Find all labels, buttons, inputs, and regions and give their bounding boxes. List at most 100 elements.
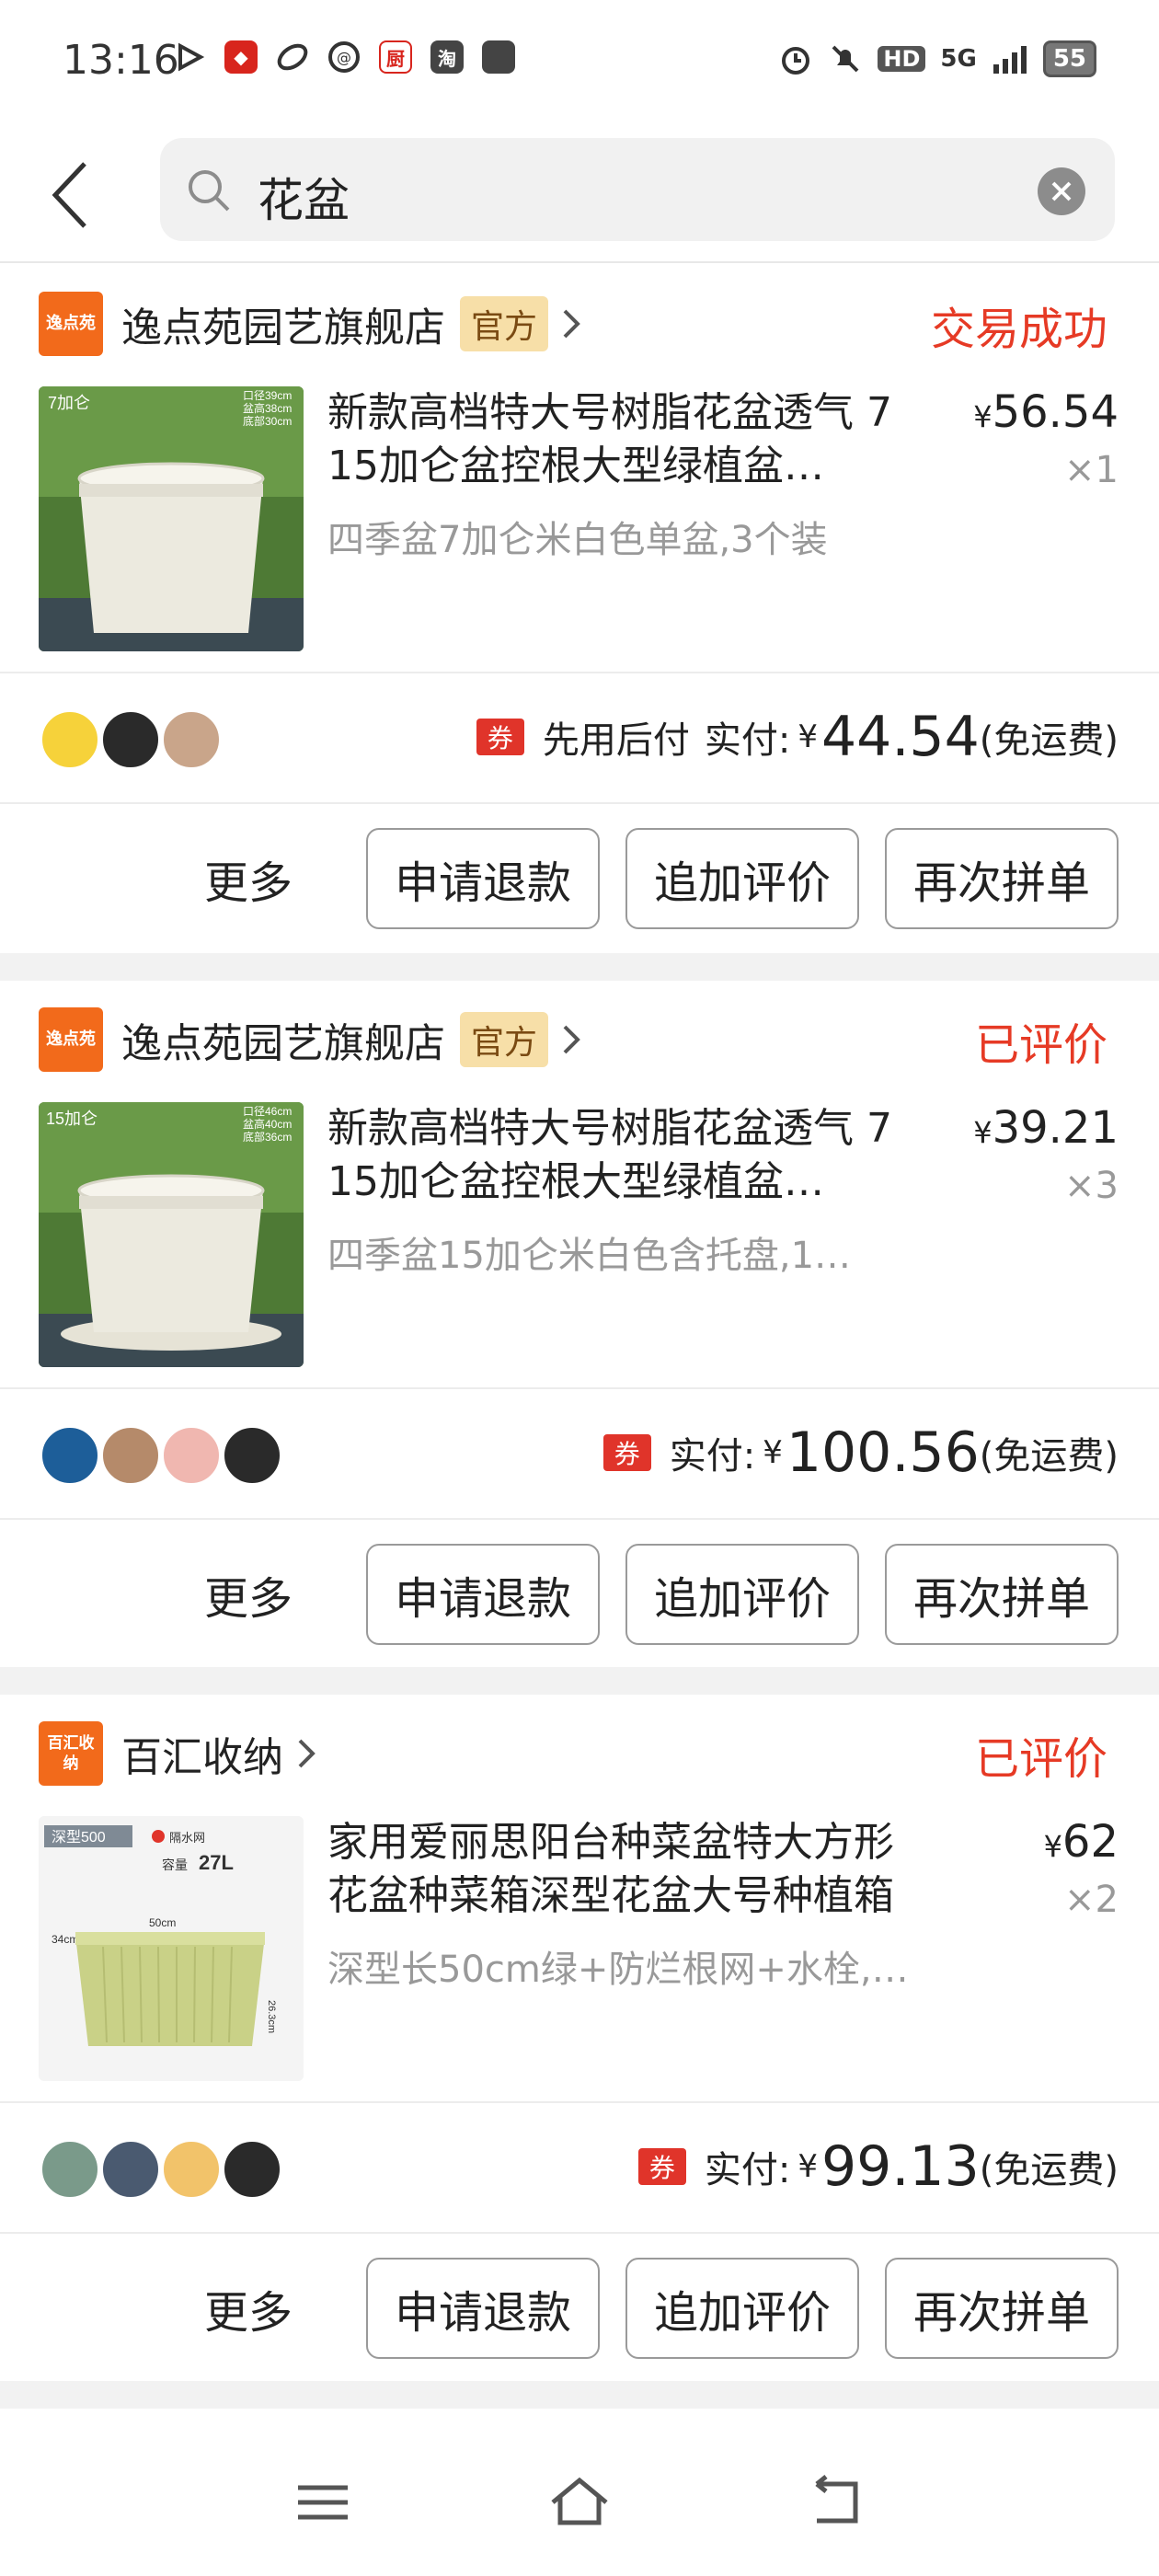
coupon-badge: 券 — [476, 719, 524, 755]
add-review-button[interactable]: 追加评价 — [625, 2258, 859, 2359]
refund-button[interactable]: 申请退款 — [366, 828, 600, 929]
divider — [0, 2101, 1159, 2103]
status-notification-icons: ◆ @ 厨 淘 — [173, 40, 515, 74]
product-thumbnail[interactable]: 15加仑 口径46cm 盆高40cm 底部36cm — [39, 1102, 304, 1367]
quantity: ×1 — [1064, 449, 1119, 491]
reorder-button[interactable]: 再次拼单 — [885, 828, 1119, 929]
product-thumbnail[interactable]: 7加仑 口径39cm 盆高38cm 底部30cm — [39, 386, 304, 651]
product-title[interactable]: 家用爱丽思阳台种菜盆特大方形花盆种菜箱深型花盆大号种植箱户外 — [327, 1816, 916, 1923]
square-app-icon — [482, 40, 515, 74]
order-status: 交易成功 — [930, 304, 1107, 355]
paid-amount: 99.13 — [821, 2134, 980, 2199]
close-icon — [1051, 181, 1072, 201]
refund-button[interactable]: 申请退款 — [366, 2258, 600, 2359]
order-status: 已评价 — [974, 1733, 1107, 1785]
back-button[interactable] — [33, 151, 107, 239]
at-icon: @ — [328, 41, 360, 73]
home-icon[interactable] — [547, 2475, 612, 2530]
avatar — [101, 2140, 160, 2199]
paid-label: 实付: — [704, 719, 791, 762]
add-review-button[interactable]: 追加评价 — [625, 828, 859, 929]
product-spec: 深型长50cm绿+防烂根网+水栓,… — [327, 1949, 909, 1991]
avatar — [101, 710, 160, 769]
alarm-icon — [782, 47, 810, 75]
official-badge: 官方 — [460, 296, 549, 351]
thumb-label: 7加仑 — [48, 394, 90, 412]
group-avatars — [40, 2140, 281, 2199]
hd-badge: HD — [878, 46, 926, 72]
thumb-dim-1: 口径39cm — [243, 389, 292, 402]
product-title[interactable]: 新款高档特大号树脂花盆透气 7 15加仑盆控根大型绿植盆… — [327, 1102, 916, 1209]
reorder-button[interactable]: 再次拼单 — [885, 2258, 1119, 2359]
paid-currency: ¥ — [798, 2148, 818, 2185]
shipping-note: (免运费) — [979, 1435, 1119, 1478]
play-icon — [178, 42, 205, 72]
flowerpot-image: 7加仑 口径39cm 盆高38cm 底部30cm — [39, 386, 304, 651]
battery-indicator: 55 — [1042, 40, 1096, 77]
order-status: 已评价 — [974, 1019, 1107, 1071]
paid-amount: 100.56 — [786, 1420, 980, 1485]
app-notify-icon: ◆ — [224, 40, 258, 74]
shop-name: 百汇收纳 — [121, 1734, 283, 1781]
thumb-dim-3: 底部36cm — [243, 1130, 292, 1144]
search-icon — [189, 170, 230, 212]
paid-amount: 44.54 — [821, 705, 980, 769]
shop-logo: 逸点苑 — [39, 292, 103, 356]
shop-name: 逸点苑园艺旗舰店 — [121, 305, 445, 351]
payment-summary: 券 实付: ¥ 99.13 (免运费) — [637, 2134, 1119, 2199]
more-button[interactable]: 更多 — [204, 2276, 293, 2340]
quantity: ×2 — [1064, 1879, 1119, 1921]
status-time: 13:16 — [63, 37, 179, 84]
order-actions: 更多 申请退款 追加评价 再次拼单 — [204, 2258, 1119, 2359]
avatar — [223, 1426, 281, 1485]
thumb-label: 15加仑 — [46, 1110, 98, 1128]
price-value: 56.54 — [992, 386, 1119, 438]
shipping-note: (免运费) — [979, 719, 1119, 762]
shop-row[interactable]: 逸点苑 逸点苑园艺旗舰店 官方 — [39, 1005, 585, 1075]
shop-row[interactable]: 逸点苑 逸点苑园艺旗舰店 官方 — [39, 289, 585, 359]
product-spec: 四季盆15加仑米白色含托盘,1… — [327, 1235, 852, 1277]
product-thumbnail[interactable]: 深型500 隔水网 容量 27L 50cm 34cm 26.3cm — [39, 1816, 304, 2081]
signal-icon — [993, 46, 1027, 74]
group-avatars — [40, 710, 221, 769]
divider — [0, 802, 1159, 804]
back-nav-icon[interactable] — [804, 2475, 868, 2530]
more-button[interactable]: 更多 — [204, 1562, 293, 1627]
product-title[interactable]: 新款高档特大号树脂花盆透气 7 15加仑盆控根大型绿植盆… — [327, 386, 916, 493]
avatar — [101, 1426, 160, 1485]
order-card: 逸点苑 逸点苑园艺旗舰店 官方 交易成功 7加仑 口径39cm 盆高38cm 底… — [0, 265, 1159, 953]
search-query: 花盆 — [258, 174, 350, 227]
chevron-right-icon — [563, 1025, 580, 1054]
shop-logo: 逸点苑 — [39, 1007, 103, 1072]
reorder-button[interactable]: 再次拼单 — [885, 1544, 1119, 1645]
svg-text:@: @ — [337, 49, 351, 66]
menu-icon[interactable] — [291, 2475, 355, 2530]
search-input[interactable]: 花盆 — [160, 138, 1115, 241]
order-actions: 更多 申请退款 追加评价 再次拼单 — [204, 1544, 1119, 1645]
avatar — [40, 710, 99, 769]
unit-price: ¥39.21 — [973, 1102, 1119, 1154]
paid-currency: ¥ — [798, 719, 818, 755]
thumb-feature: 隔水网 — [169, 1831, 205, 1845]
currency-symbol: ¥ — [1043, 1829, 1062, 1864]
card-separator — [0, 1667, 1159, 1695]
taobao-icon: 淘 — [430, 40, 464, 74]
avatar — [162, 2140, 221, 2199]
avatar — [162, 710, 221, 769]
thumb-label: 深型500 — [52, 1829, 106, 1846]
order-actions: 更多 申请退款 追加评价 再次拼单 — [204, 828, 1119, 929]
thumb-capacity-label: 容量 — [162, 1857, 188, 1872]
add-review-button[interactable]: 追加评价 — [625, 1544, 859, 1645]
mute-icon — [832, 45, 859, 73]
leaf-icon — [277, 43, 308, 71]
network-label: 5G — [940, 45, 977, 73]
clear-search-button[interactable] — [1038, 167, 1085, 215]
refund-button[interactable]: 申请退款 — [366, 1544, 600, 1645]
currency-symbol: ¥ — [973, 1115, 993, 1150]
pay-later-label: 先用后付 — [542, 719, 690, 762]
status-bar: 13:16 ◆ @ 厨 淘 HD 5G 55 — [0, 0, 1159, 129]
shop-row[interactable]: 百汇收纳 百汇收纳 — [39, 1719, 320, 1788]
avatar — [223, 2140, 281, 2199]
more-button[interactable]: 更多 — [204, 846, 293, 911]
group-avatars — [40, 1426, 281, 1485]
